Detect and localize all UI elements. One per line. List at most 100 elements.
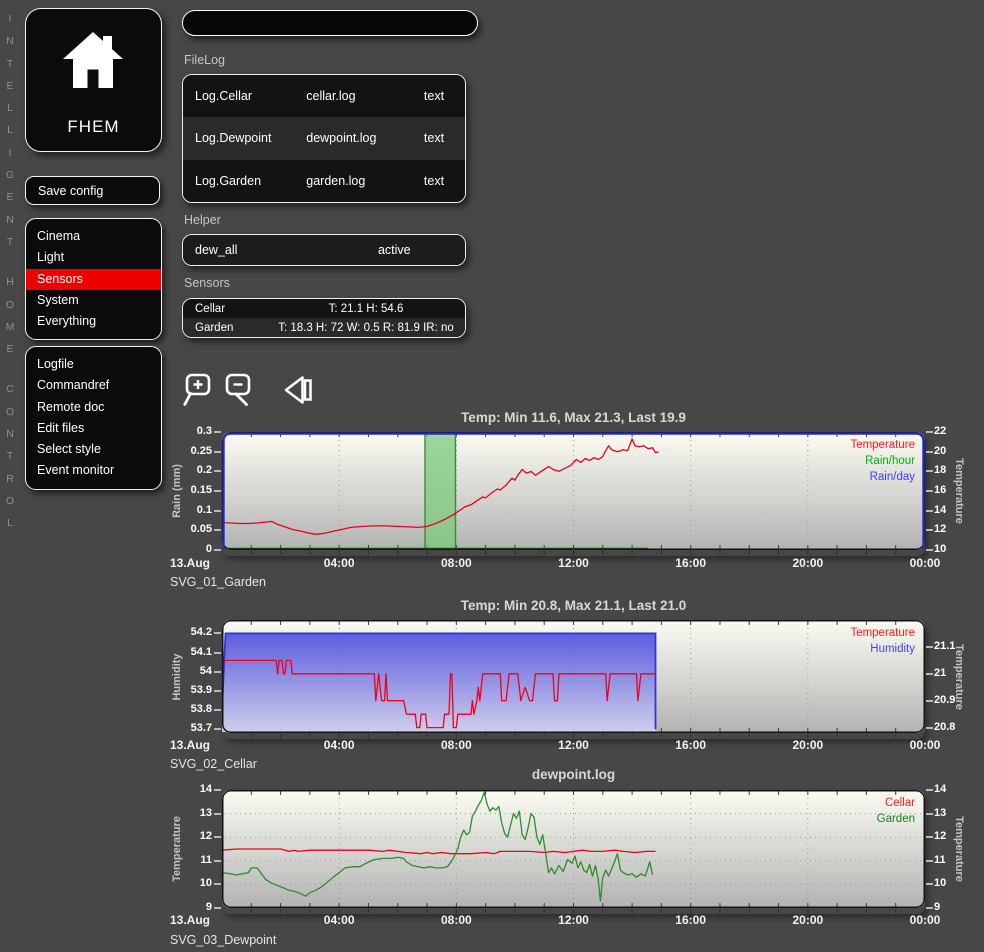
logtype-link[interactable]: text xyxy=(403,89,465,103)
tick-mark xyxy=(926,836,933,838)
y-axis-left-tick: 12 xyxy=(158,830,212,842)
x-axis-tick: 16:00 xyxy=(656,913,726,927)
zoom-out-icon[interactable] xyxy=(223,372,259,408)
logfile-link[interactable]: garden.log xyxy=(306,174,403,188)
legend-item: Rain/hour xyxy=(695,453,915,469)
sensor-readings: T: 18.3 H: 72 W: 0.5 R: 81.9 IR: no xyxy=(273,322,465,334)
tick-mark xyxy=(214,510,221,512)
x-axis-tick: 20:00 xyxy=(773,913,843,927)
back-icon[interactable] xyxy=(281,372,317,408)
nav-item-select-style[interactable]: Select style xyxy=(26,439,161,460)
x-axis-tick: 13.Aug xyxy=(170,913,240,927)
fhem-page: INTELLIGENTHOMECONTROL FHEM Save config … xyxy=(0,0,984,952)
tick-mark xyxy=(926,813,933,815)
vertical-brand-text: INTELLIGENTHOMECONTROL xyxy=(3,8,17,535)
command-input[interactable] xyxy=(182,10,478,36)
filelog-row: Log.Gardengarden.logtext xyxy=(183,160,465,202)
tick-mark xyxy=(926,860,933,862)
nav-item-remote-doc[interactable]: Remote doc xyxy=(26,397,161,418)
section-label-sensors: Sensors xyxy=(184,276,230,290)
logfile-link[interactable]: cellar.log xyxy=(306,89,403,103)
y-axis-left-tick: 53.7 xyxy=(158,722,212,734)
device-link[interactable]: dew_all xyxy=(183,243,324,257)
y-axis-left-tick: 11 xyxy=(158,854,212,866)
room-item-light[interactable]: Light xyxy=(26,247,161,268)
device-link[interactable]: Log.Garden xyxy=(183,174,306,188)
tick-mark xyxy=(926,727,933,729)
x-axis-tick: 12:00 xyxy=(539,913,609,927)
house-icon xyxy=(61,31,125,89)
room-item-cinema[interactable]: Cinema xyxy=(26,226,161,247)
tick-mark xyxy=(926,700,933,702)
chart-legend: TemperatureHumidity xyxy=(695,625,915,657)
chart-legend: TemperatureRain/hourRain/day xyxy=(695,437,915,486)
x-axis-tick: 08:00 xyxy=(421,913,491,927)
y-axis-right-label: Temperature xyxy=(953,458,965,524)
logo-text: FHEM xyxy=(26,117,161,137)
tick-mark xyxy=(214,690,221,692)
y-axis-left-label: Rain (mm) xyxy=(171,464,183,518)
tick-mark xyxy=(926,646,933,648)
device-state: active xyxy=(324,243,465,257)
x-axis-tick: 04:00 xyxy=(304,738,374,752)
tick-mark xyxy=(214,632,221,634)
room-item-everything[interactable]: Everything xyxy=(26,311,161,332)
chart-legend: CellarGarden xyxy=(695,795,915,827)
tick-mark xyxy=(926,431,933,433)
y-axis-left-tick: 0.15 xyxy=(158,484,212,496)
x-axis-tick: 12:00 xyxy=(539,556,609,570)
y-axis-left-tick: 13 xyxy=(158,807,212,819)
chart-name-link[interactable]: SVG_01_Garden xyxy=(170,575,266,589)
y-axis-right-tick: 9 xyxy=(934,901,980,913)
tick-mark xyxy=(214,813,221,815)
y-axis-left-tick: 0.1 xyxy=(158,504,212,516)
y-axis-left-tick: 0.2 xyxy=(158,464,212,476)
legend-item: Garden xyxy=(695,811,915,827)
plot-toolbar xyxy=(183,372,321,408)
chart-1-title: Temp: Min 11.6, Max 21.3, Last 19.9 xyxy=(222,410,925,425)
fhem-logo[interactable]: FHEM xyxy=(25,8,162,152)
zoom-in-icon[interactable] xyxy=(183,372,219,408)
sensor-row: GardenT: 18.3 H: 72 W: 0.5 R: 81.9 IR: n… xyxy=(183,318,465,337)
nav-item-event-monitor[interactable]: Event monitor xyxy=(26,460,161,481)
x-axis-tick: 00:00 xyxy=(890,556,960,570)
room-item-sensors[interactable]: Sensors xyxy=(26,269,161,290)
tick-mark xyxy=(926,529,933,531)
tick-mark xyxy=(926,549,933,551)
tick-mark xyxy=(926,789,933,791)
legend-item: Rain/day xyxy=(695,469,915,485)
device-link[interactable]: Cellar xyxy=(183,303,273,315)
tick-mark xyxy=(214,431,221,433)
x-axis-tick: 16:00 xyxy=(656,738,726,752)
logtype-link[interactable]: text xyxy=(403,174,465,188)
device-link[interactable]: Garden xyxy=(183,322,273,334)
chart-name-link[interactable]: SVG_03_Dewpoint xyxy=(170,933,276,947)
y-axis-left-tick: 54.2 xyxy=(158,626,212,638)
room-menu: CinemaLightSensorsSystemEverything xyxy=(25,218,162,340)
section-label-helper: Helper xyxy=(184,213,221,227)
device-link[interactable]: Log.Dewpoint xyxy=(183,131,306,145)
device-link[interactable]: Log.Cellar xyxy=(183,89,306,103)
logfile-link[interactable]: dewpoint.log xyxy=(306,131,403,145)
tick-mark xyxy=(214,451,221,453)
y-axis-left-tick: 54 xyxy=(158,665,212,677)
nav-item-logfile[interactable]: Logfile xyxy=(26,354,161,375)
chart-3-title: dewpoint.log xyxy=(222,767,925,782)
room-item-system[interactable]: System xyxy=(26,290,161,311)
logtype-link[interactable]: text xyxy=(403,131,465,145)
y-axis-right-label: Temperature xyxy=(953,816,965,882)
y-axis-right-tick: 14 xyxy=(934,783,980,795)
tick-mark xyxy=(214,529,221,531)
save-config-button[interactable]: Save config xyxy=(25,176,160,205)
tick-mark xyxy=(926,673,933,675)
x-axis-tick: 04:00 xyxy=(304,913,374,927)
section-label-filelog: FileLog xyxy=(184,53,225,67)
nav-item-commandref[interactable]: Commandref xyxy=(26,375,161,396)
chart-2-title: Temp: Min 20.8, Max 21.1, Last 21.0 xyxy=(222,598,925,613)
sensor-readings: T: 21.1 H: 54.6 xyxy=(273,303,465,315)
filelog-row: Log.Cellarcellar.logtext xyxy=(183,75,465,117)
nav-item-edit-files[interactable]: Edit files xyxy=(26,418,161,439)
x-axis-tick: 20:00 xyxy=(773,738,843,752)
x-axis-tick: 13.Aug xyxy=(170,738,240,752)
x-axis-tick: 00:00 xyxy=(890,913,960,927)
